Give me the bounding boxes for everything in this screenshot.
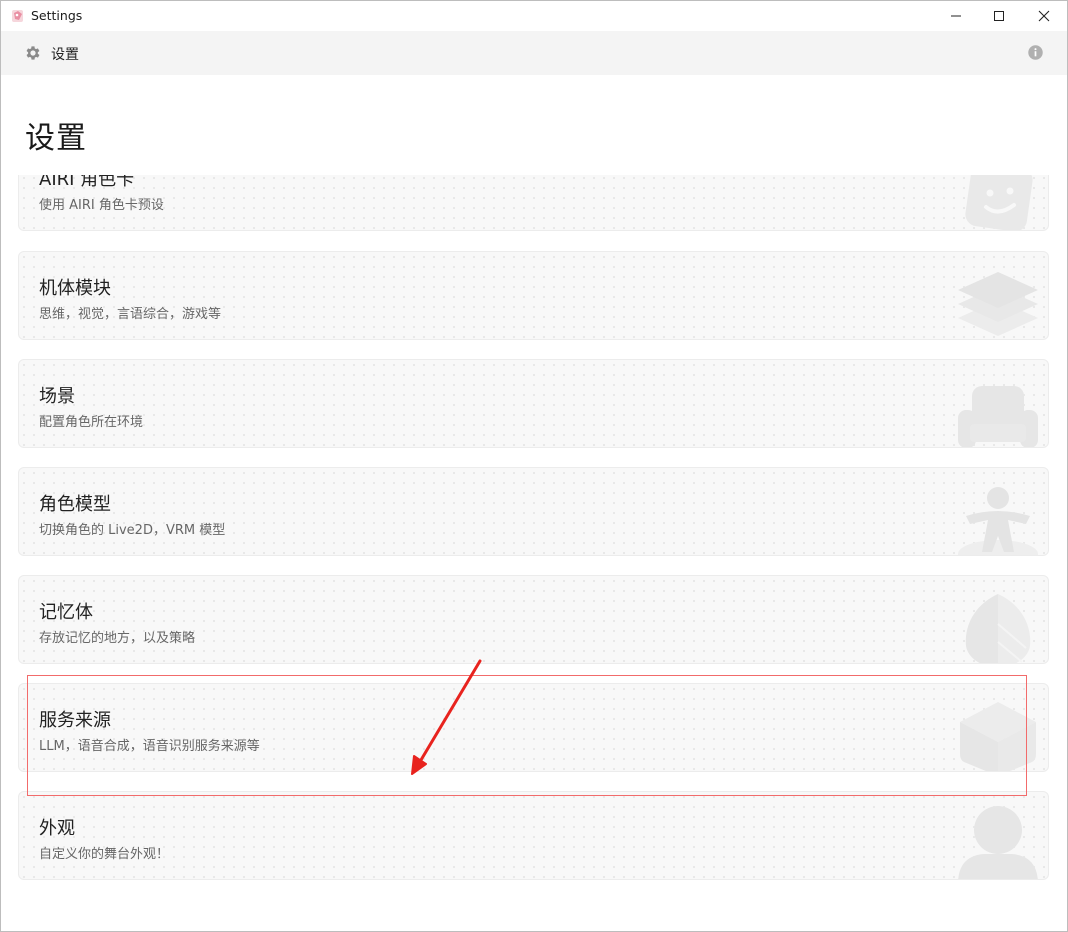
title-bar: Settings bbox=[1, 1, 1067, 31]
card-description: 自定义你的舞台外观！ bbox=[39, 847, 170, 862]
app-icon bbox=[12, 10, 23, 22]
highlight-box bbox=[27, 675, 1027, 796]
card-description: 思维，视觉，言语综合，游戏等 bbox=[39, 307, 222, 322]
close-icon bbox=[1038, 10, 1050, 22]
card-title: 机体模块 bbox=[39, 278, 111, 299]
minimize-icon bbox=[951, 15, 961, 17]
card-title: 外观 bbox=[39, 818, 75, 839]
card-title: 记忆体 bbox=[39, 602, 93, 623]
card-airi-character[interactable]: AIRI 角色卡 使用 AIRI 角色卡预设 bbox=[18, 175, 1049, 231]
info-icon[interactable] bbox=[1027, 44, 1044, 61]
card-title: 场景 bbox=[39, 386, 75, 407]
card-appearance[interactable]: 外观 自定义你的舞台外观！ bbox=[18, 791, 1049, 880]
card-title: AIRI 角色卡 bbox=[39, 175, 135, 190]
settings-list[interactable]: AIRI 角色卡 使用 AIRI 角色卡预设 机体模块 思维，视觉，言语综合，游… bbox=[0, 175, 1068, 932]
maximize-button[interactable] bbox=[976, 1, 1022, 31]
card-scene[interactable]: 场景 配置角色所在环境 bbox=[18, 359, 1049, 448]
card-character-model[interactable]: 角色模型 切换角色的 Live2D，VRM 模型 bbox=[18, 467, 1049, 556]
toolbar: 设置 bbox=[1, 31, 1067, 75]
avatar-icon bbox=[958, 806, 1038, 879]
gear-icon[interactable] bbox=[24, 44, 42, 62]
card-description: 配置角色所在环境 bbox=[39, 415, 144, 430]
minimize-button[interactable] bbox=[933, 1, 979, 31]
card-title: 角色模型 bbox=[39, 494, 111, 515]
toolbar-label: 设置 bbox=[51, 47, 79, 63]
card-description: 存放记忆的地方，以及策略 bbox=[39, 631, 196, 646]
card-description: 使用 AIRI 角色卡预设 bbox=[39, 198, 164, 213]
armchair-icon bbox=[958, 386, 1038, 447]
window-title: Settings bbox=[31, 8, 83, 23]
card-body-modules[interactable]: 机体模块 思维，视觉，言语综合，游戏等 bbox=[18, 251, 1049, 340]
maximize-icon bbox=[994, 11, 1004, 21]
card-memory[interactable]: 记忆体 存放记忆的地方，以及策略 bbox=[18, 575, 1049, 664]
smiley-sticker-icon bbox=[965, 175, 1033, 230]
layers-icon bbox=[958, 272, 1038, 336]
close-button[interactable] bbox=[1021, 1, 1067, 31]
leaf-icon bbox=[965, 594, 1031, 663]
page-title: 设置 bbox=[25, 121, 87, 156]
card-description: 切换角色的 Live2D，VRM 模型 bbox=[39, 523, 226, 538]
person-icon bbox=[958, 487, 1038, 555]
